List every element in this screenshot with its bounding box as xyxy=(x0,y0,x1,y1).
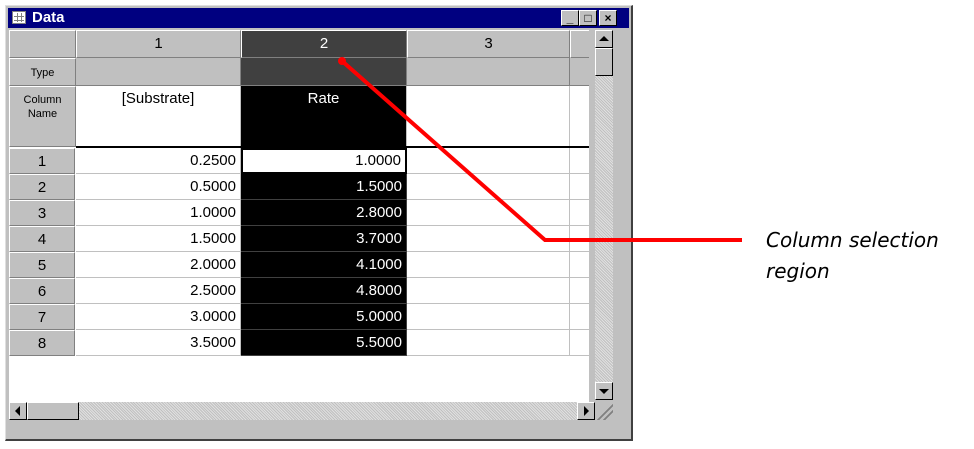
callout-label: Column selection region xyxy=(766,225,939,287)
callout-line2: region xyxy=(766,259,830,283)
callout-pointer xyxy=(340,59,742,242)
callout-line1: Column selection xyxy=(766,228,939,252)
